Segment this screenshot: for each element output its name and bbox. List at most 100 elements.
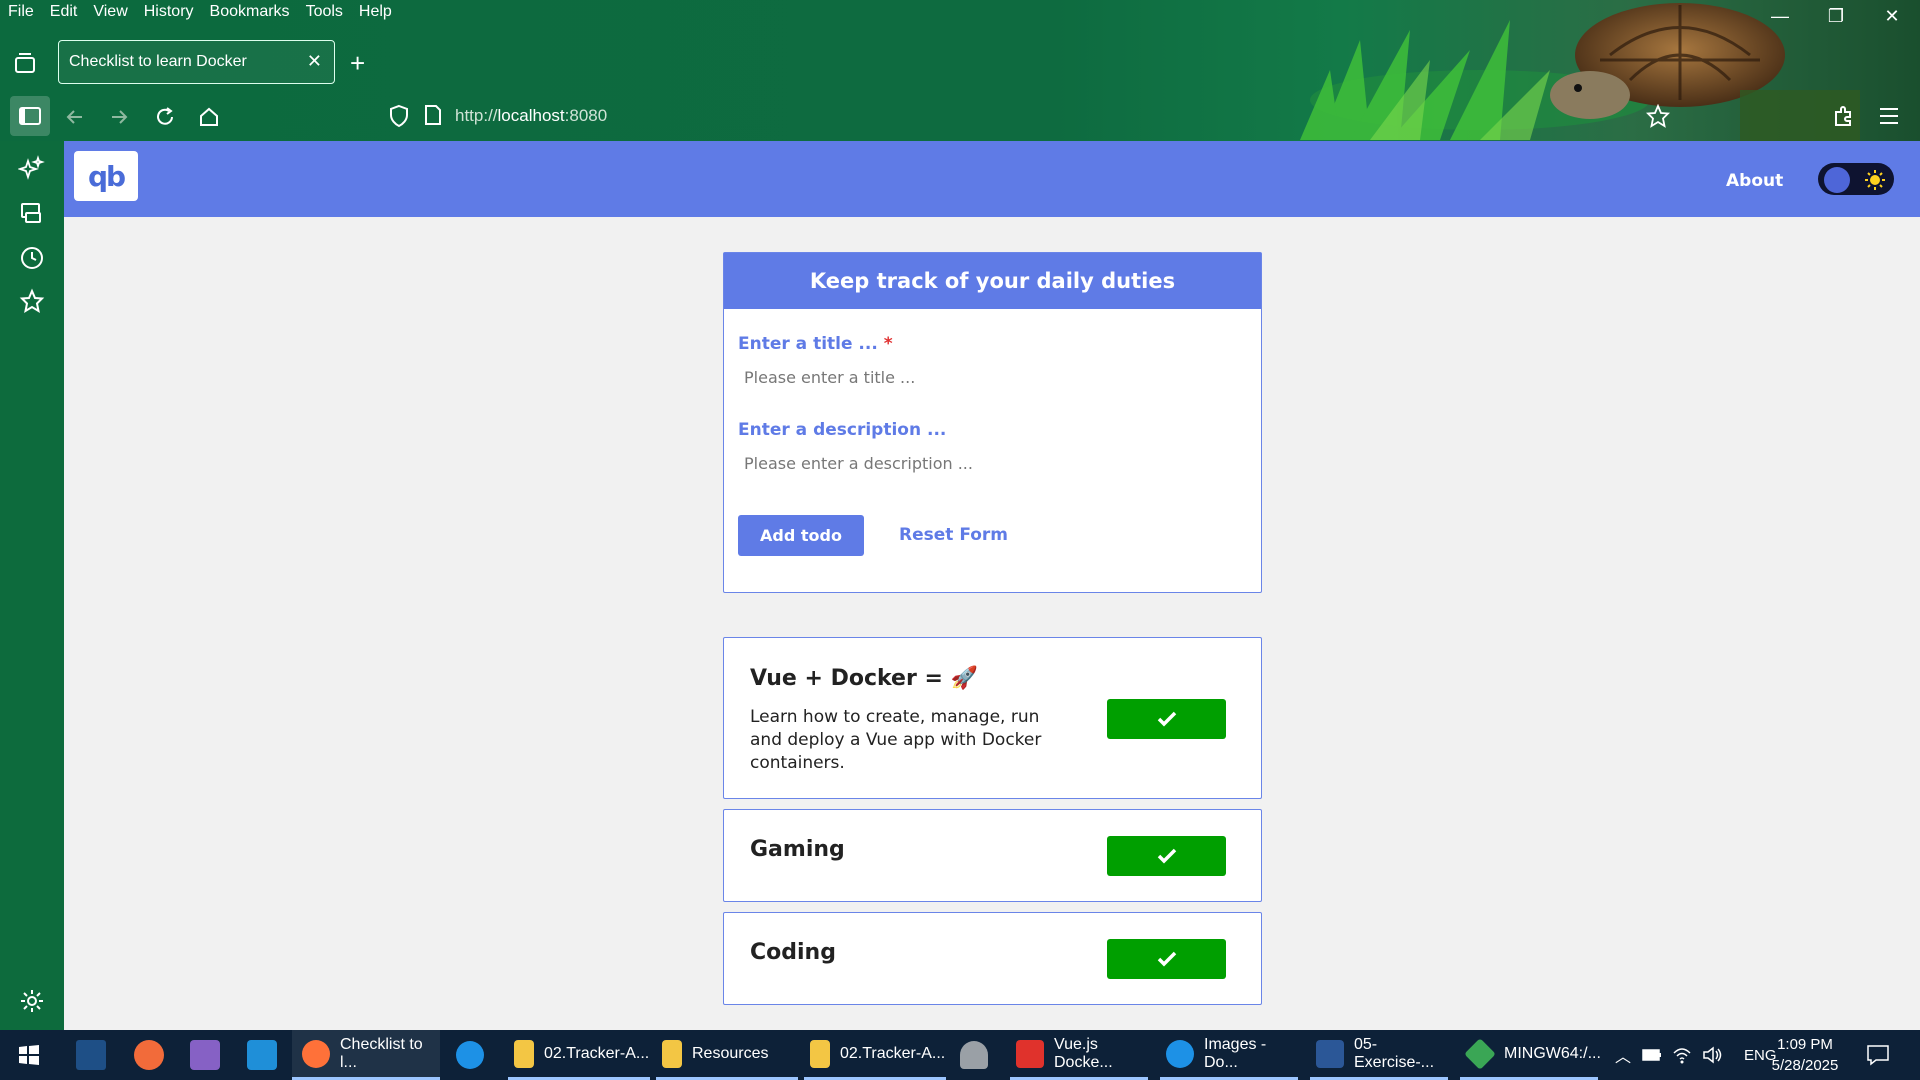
taskbar-item-git-bash[interactable]: MINGW64:/... bbox=[1460, 1030, 1601, 1080]
taskbar-label: MINGW64:/... bbox=[1504, 1044, 1601, 1062]
menu-tools[interactable]: Tools bbox=[298, 3, 351, 21]
word-icon bbox=[1316, 1039, 1344, 1068]
sidebar-icon bbox=[19, 107, 41, 125]
address-bar[interactable]: http://localhost:8080 bbox=[455, 106, 607, 126]
toggle-knob bbox=[1824, 167, 1850, 193]
app-logo[interactable]: qb bbox=[74, 151, 138, 201]
bookmarks-star-icon[interactable] bbox=[18, 288, 46, 316]
bookmark-star-icon[interactable] bbox=[1646, 104, 1670, 128]
settings-gear-icon[interactable] bbox=[18, 987, 46, 1015]
complete-button[interactable] bbox=[1107, 836, 1226, 876]
docker-icon bbox=[1166, 1039, 1194, 1068]
history-clock-icon[interactable] bbox=[18, 244, 46, 272]
todo-item: Vue + Docker = 🚀 Learn how to create, ma… bbox=[723, 637, 1262, 799]
postman-icon[interactable] bbox=[134, 1040, 164, 1070]
new-tab-button[interactable]: + bbox=[350, 48, 365, 79]
checkmark-icon bbox=[1157, 711, 1176, 727]
database-icon bbox=[960, 1041, 988, 1069]
app-header: qb About bbox=[64, 141, 1920, 217]
app-icon-pinned-1[interactable] bbox=[76, 1040, 106, 1070]
description-input[interactable] bbox=[738, 448, 1243, 478]
navigation-bar: http://localhost:8080 bbox=[0, 94, 1920, 140]
taskbar-label: 05-Exercise-... bbox=[1354, 1035, 1435, 1071]
taskbar-item-brave[interactable]: Vue.js Docke... bbox=[1010, 1030, 1148, 1080]
taskbar-item-explorer-3[interactable]: 02.Tracker-A... bbox=[804, 1030, 946, 1080]
back-button[interactable] bbox=[60, 102, 90, 132]
menu-bookmarks[interactable]: Bookmarks bbox=[202, 3, 298, 21]
theme-toggle[interactable] bbox=[1818, 163, 1894, 195]
ai-sparkle-icon[interactable] bbox=[18, 155, 46, 183]
docker-icon bbox=[456, 1041, 484, 1069]
arrow-right-icon bbox=[112, 110, 128, 124]
url-host: localhost bbox=[497, 106, 565, 125]
vscode-icon[interactable] bbox=[247, 1040, 277, 1070]
home-button[interactable] bbox=[194, 102, 224, 132]
todo-title: Gaming bbox=[750, 837, 845, 862]
tab-strip: Checklist to learn Docker ✕ + bbox=[0, 40, 1920, 86]
notification-icon[interactable] bbox=[1866, 1044, 1890, 1066]
arrow-left-icon bbox=[66, 110, 82, 124]
reset-form-button[interactable]: Reset Form bbox=[899, 525, 1008, 545]
todo-item: Gaming bbox=[723, 809, 1262, 902]
restore-button[interactable]: ❐ bbox=[1808, 4, 1864, 28]
reload-icon bbox=[157, 107, 173, 125]
forward-button[interactable] bbox=[104, 102, 134, 132]
close-window-button[interactable]: ✕ bbox=[1864, 4, 1920, 28]
web-page: qb About Keep track of your daily duties… bbox=[64, 141, 1920, 1030]
clock[interactable]: 1:09 PM 5/28/2025 bbox=[1760, 1034, 1850, 1076]
taskbar-item-docker[interactable]: Images - Do... bbox=[1160, 1030, 1298, 1080]
taskbar-item-firefox[interactable]: Checklist to l... bbox=[292, 1030, 440, 1080]
complete-button[interactable] bbox=[1107, 699, 1226, 739]
taskbar-label: Checklist to l... bbox=[340, 1035, 423, 1071]
checkmark-icon bbox=[1157, 848, 1176, 864]
complete-button[interactable] bbox=[1107, 939, 1226, 979]
folder-icon bbox=[810, 1039, 830, 1068]
url-port: :8080 bbox=[564, 106, 608, 125]
docker-desktop-icon[interactable] bbox=[456, 1030, 496, 1080]
database-app-icon[interactable] bbox=[960, 1030, 1000, 1080]
menu-file[interactable]: File bbox=[0, 3, 42, 21]
form-heading: Keep track of your daily duties bbox=[724, 253, 1261, 309]
reload-button[interactable] bbox=[150, 102, 180, 132]
sidebar-toggle-button[interactable] bbox=[10, 96, 50, 136]
minimize-button[interactable]: — bbox=[1752, 4, 1808, 28]
folder-icon bbox=[514, 1039, 534, 1068]
menu-history[interactable]: History bbox=[136, 3, 202, 21]
url-prefix: http:// bbox=[455, 106, 498, 125]
synced-tabs-icon[interactable] bbox=[18, 199, 46, 227]
system-tray: ︿ ENG bbox=[1610, 1030, 1777, 1080]
tab-active[interactable]: Checklist to learn Docker ✕ bbox=[58, 40, 335, 84]
taskbar-item-word[interactable]: 05-Exercise-... bbox=[1310, 1030, 1448, 1080]
window-controls: — ❐ ✕ bbox=[1752, 4, 1920, 28]
taskbar-item-explorer-2[interactable]: Resources bbox=[656, 1030, 798, 1080]
taskbar-label: 02.Tracker-A... bbox=[544, 1044, 650, 1062]
title-label-text: Enter a title ... bbox=[738, 334, 878, 354]
taskbar-label: Images - Do... bbox=[1204, 1035, 1267, 1071]
chevron-up-icon[interactable]: ︿ bbox=[1610, 1043, 1636, 1067]
todo-form: Keep track of your daily duties Enter a … bbox=[723, 252, 1262, 593]
taskbar-label: 02.Tracker-A... bbox=[840, 1044, 946, 1062]
extensions-icon[interactable] bbox=[1832, 104, 1856, 128]
volume-icon[interactable] bbox=[1702, 1046, 1724, 1064]
nav-about-link[interactable]: About bbox=[1726, 171, 1783, 191]
tab-close-icon[interactable]: ✕ bbox=[307, 51, 322, 72]
todo-title: Vue + Docker = 🚀 bbox=[750, 666, 978, 691]
folder-icon bbox=[662, 1039, 682, 1068]
taskbar-item-explorer-1[interactable]: 02.Tracker-A... bbox=[508, 1030, 650, 1080]
battery-icon[interactable] bbox=[1642, 1048, 1662, 1062]
home-icon bbox=[200, 107, 218, 126]
shield-icon[interactable] bbox=[388, 104, 410, 128]
clock-date: 5/28/2025 bbox=[1771, 1057, 1839, 1074]
tab-overview-icon[interactable] bbox=[12, 50, 38, 76]
taskbar-label: Vue.js Docke... bbox=[1054, 1035, 1113, 1071]
windows-start-icon[interactable] bbox=[18, 1044, 40, 1066]
wifi-icon[interactable] bbox=[1672, 1046, 1692, 1064]
add-todo-button[interactable]: Add todo bbox=[738, 515, 864, 556]
menu-edit[interactable]: Edit bbox=[42, 3, 86, 21]
title-label: Enter a title ... * bbox=[738, 334, 893, 354]
title-input[interactable] bbox=[738, 362, 1243, 392]
menu-help[interactable]: Help bbox=[351, 3, 400, 21]
menu-view[interactable]: View bbox=[85, 3, 135, 21]
hamburger-menu-icon[interactable] bbox=[1878, 106, 1900, 126]
visual-studio-icon[interactable] bbox=[190, 1040, 220, 1070]
